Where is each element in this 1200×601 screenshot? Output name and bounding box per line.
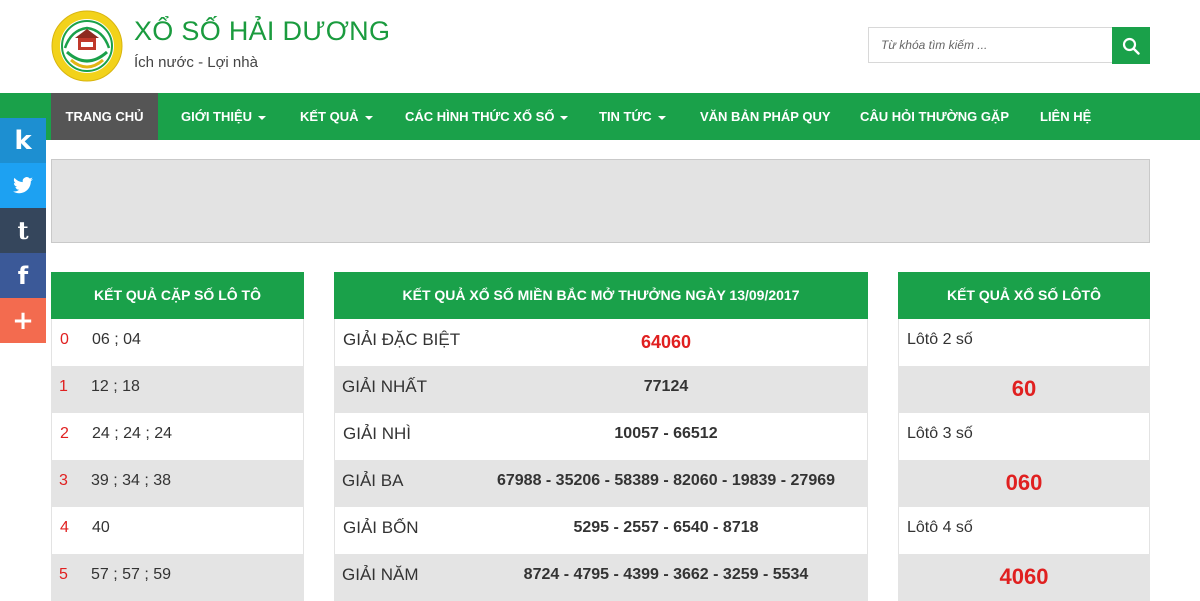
list-item: Lôtô 2 số xyxy=(898,319,1150,366)
nav-item-label: Tin tức xyxy=(599,109,652,124)
chevron-down-icon xyxy=(560,115,569,120)
nav-item-home[interactable]: Trang chủ xyxy=(51,93,158,140)
list-item: Lôtô 4 số xyxy=(898,507,1150,554)
nav-item-label: Kết quả xyxy=(300,109,359,124)
nav-item-lottery-types[interactable]: Các hình thức xổ số xyxy=(405,93,569,140)
nav-item-label: Trang chủ xyxy=(65,109,144,124)
plus-icon: + xyxy=(12,305,34,336)
table-row: GIẢI NHẤT 77124 xyxy=(334,366,868,413)
loto-label: Lôtô 2 số xyxy=(907,331,973,348)
row-values: 39 ; 34 ; 38 xyxy=(91,472,172,489)
facebook-share-button[interactable]: f xyxy=(0,253,46,298)
table-row: 4 40 xyxy=(51,507,304,554)
prize-label: GIẢI NHẤT xyxy=(342,377,428,396)
list-item: 060 xyxy=(898,460,1150,507)
search-input[interactable] xyxy=(868,27,1112,63)
nav-item-about[interactable]: Giới thiệu xyxy=(181,93,267,140)
prize-label: GIẢI NHÌ xyxy=(343,424,412,443)
prize-value: 67988 - 35206 - 58389 - 82060 - 19839 - … xyxy=(496,472,836,489)
table-row: 2 24 ; 24 ; 24 xyxy=(51,413,304,460)
nav-item-label: Liên hệ xyxy=(1040,109,1092,124)
prize-value: 77124 xyxy=(643,378,689,395)
row-values: 40 xyxy=(92,519,110,536)
search-icon xyxy=(1122,37,1140,55)
table-row: 3 39 ; 34 ; 38 xyxy=(51,460,304,507)
loto-number: 60 xyxy=(1011,376,1037,401)
prize-value: 10057 - 66512 xyxy=(614,425,718,442)
nav-item-results[interactable]: Kết quả xyxy=(300,93,373,140)
row-values: 06 ; 04 xyxy=(92,331,141,348)
twitter-share-button[interactable] xyxy=(0,163,46,208)
nav-item-label: Câu hỏi thường gặp xyxy=(860,109,1009,124)
row-values: 24 ; 24 ; 24 xyxy=(92,425,173,442)
loto-number: 060 xyxy=(1005,470,1043,495)
table-row: GIẢI ĐẶC BIỆT 64060 xyxy=(334,319,868,366)
loto-label: Lôtô 3 số xyxy=(907,425,973,442)
prize-label: GIẢI BỐN xyxy=(343,518,419,537)
nav-item-contact[interactable]: Liên hệ xyxy=(1040,93,1091,140)
kakao-icon: k xyxy=(14,125,32,156)
more-share-button[interactable]: + xyxy=(0,298,46,343)
prize-value: 8724 - 4795 - 4399 - 3662 - 3259 - 5534 xyxy=(523,566,809,583)
loto-title: Kết quả xổ số lôtô xyxy=(898,272,1150,319)
list-item: 4060 xyxy=(898,554,1150,601)
nav-item-label: Các hình thức xổ số xyxy=(405,109,555,124)
main-nav: Trang chủ Giới thiệu Kết quả Các hình th… xyxy=(0,93,1200,140)
list-item: 60 xyxy=(898,366,1150,413)
tumblr-share-button[interactable]: t xyxy=(0,208,46,253)
chevron-down-icon xyxy=(258,115,267,120)
twitter-icon xyxy=(13,176,33,193)
kakao-share-button[interactable]: k xyxy=(0,118,46,163)
table-row: GIẢI NĂM 8724 - 4795 - 4399 - 3662 - 325… xyxy=(334,554,868,601)
site-slogan: Ích nước - Lợi nhà xyxy=(134,54,258,71)
search-button[interactable] xyxy=(1112,27,1150,64)
table-row: 5 57 ; 57 ; 59 xyxy=(51,554,304,601)
tumblr-icon: t xyxy=(17,216,29,245)
row-index: 4 xyxy=(60,519,69,536)
prize-label: GIẢI ĐẶC BIỆT xyxy=(343,330,461,349)
chevron-down-icon xyxy=(657,115,666,120)
row-values: 57 ; 57 ; 59 xyxy=(91,566,172,583)
table-row: 0 06 ; 04 xyxy=(51,319,304,366)
prize-label: GIẢI BA xyxy=(342,471,404,490)
prize-value: 5295 - 2557 - 6540 - 8718 xyxy=(573,519,759,536)
prize-label: GIẢI NĂM xyxy=(342,565,419,584)
row-index: 1 xyxy=(59,378,68,395)
row-values: 12 ; 18 xyxy=(91,378,140,395)
table-row: GIẢI NHÌ 10057 - 66512 xyxy=(334,413,868,460)
list-item: Lôtô 3 số xyxy=(898,413,1150,460)
row-index: 2 xyxy=(60,425,69,442)
loto-pairs-title: Kết quả cặp số lô tô xyxy=(51,272,304,319)
prize-value: 64060 xyxy=(640,332,692,352)
loto-label: Lôtô 4 số xyxy=(907,519,973,536)
table-row: GIẢI BA 67988 - 35206 - 58389 - 82060 - … xyxy=(334,460,868,507)
table-row: 1 12 ; 18 xyxy=(51,366,304,413)
chevron-down-icon xyxy=(364,115,373,120)
loto-number: 4060 xyxy=(999,564,1049,589)
ad-banner[interactable] xyxy=(51,159,1150,243)
results-title: Kết quả xổ số miền Bắc mở thưởng ngày 13… xyxy=(334,272,868,319)
lottery-logo-icon[interactable] xyxy=(51,8,123,84)
nav-item-faq[interactable]: Câu hỏi thường gặp xyxy=(860,93,1009,140)
table-row: GIẢI BỐN 5295 - 2557 - 6540 - 8718 xyxy=(334,507,868,554)
site-header: XỔ SỐ HẢI DƯƠNG Ích nước - Lợi nhà xyxy=(0,0,1200,93)
row-index: 5 xyxy=(59,566,68,583)
nav-item-legal-docs[interactable]: Văn bản pháp quy xyxy=(700,93,831,140)
facebook-icon: f xyxy=(17,261,29,290)
row-index: 0 xyxy=(60,331,69,348)
nav-item-label: Giới thiệu xyxy=(181,109,253,124)
site-title[interactable]: XỔ SỐ HẢI DƯƠNG xyxy=(134,16,390,47)
row-index: 3 xyxy=(59,472,68,489)
nav-item-news[interactable]: Tin tức xyxy=(599,93,666,140)
nav-item-label: Văn bản pháp quy xyxy=(700,109,831,124)
